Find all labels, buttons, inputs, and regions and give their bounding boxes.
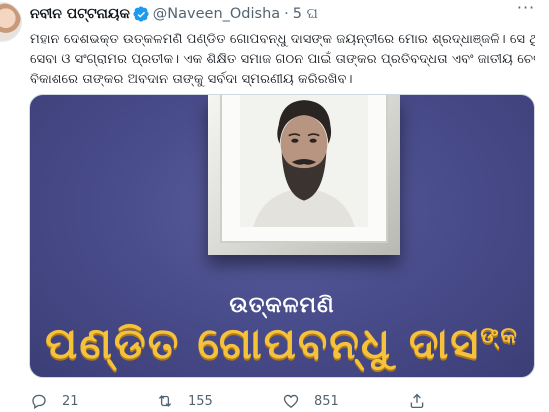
avatar[interactable] (0, 2, 22, 42)
tweet-media-image[interactable]: ଉତ୍କଳମଣି ପଣ୍ଡିତ ଗୋପବନ୍ଧୁ ଦାସଙ୍କ (29, 94, 535, 378)
media-title-suffix: ଙ୍କ (480, 323, 519, 349)
tweet-text-line: ସେବା ଓ ସଂଗ୍ରାମର ପ୍ରତୀକ। ଏକ ଶିକ୍ଷିତ ସମାଜ … (30, 52, 535, 67)
user-handle[interactable]: @Naveen_Odisha (153, 6, 280, 22)
like-button[interactable]: 851 (282, 392, 408, 410)
display-name[interactable]: ନବୀନ ପଟ୍ଟନାୟକ (30, 6, 130, 22)
heart-icon (283, 394, 299, 409)
tweet-text: ମହାନ ଦେଶଭକ୍ତ ଉତ୍କଳମଣି ପଣ୍ଡିତ ଗୋପବନ୍ଧୁ ଦା… (30, 30, 535, 90)
retweet-button[interactable]: 155 (156, 392, 282, 410)
like-count: 851 (314, 393, 339, 409)
tweet-header: ନବୀନ ପଟ୍ଟନାୟକ @Naveen_Odisha · 5 ଘ (30, 4, 318, 24)
reply-button[interactable]: 21 (30, 392, 156, 410)
retweet-icon (158, 395, 172, 407)
media-title-text: ପଣ୍ଡିତ ଗୋପବନ୍ଧୁ ଦାସ (45, 319, 481, 369)
share-icon (410, 393, 424, 409)
media-subtitle: ଉତ୍କଳମଣି (229, 293, 335, 318)
tweet-actions: 21 155 851 (30, 390, 535, 412)
tweet-text-line: ମହାନ ଦେଶଭକ୍ତ ଉତ୍କଳମଣି ପଣ୍ଡିତ ଗୋପବନ୍ଧୁ ଦା… (30, 32, 535, 47)
reply-count: 21 (62, 393, 79, 409)
picture-frame (208, 95, 400, 255)
timestamp[interactable]: 5 ଘ (293, 6, 318, 22)
reply-icon (32, 394, 46, 409)
tweet-text-line: ବିକାଶରେ ତାଙ୍କର ଅବଦାନ ତାଙ୍କୁ ସର୍ବଦା ସ୍ମରଣ… (30, 72, 353, 87)
avatar-column (0, 0, 30, 412)
retweet-count: 155 (188, 393, 213, 409)
more-options-icon[interactable]: ··· (513, 0, 539, 22)
frame-mat (220, 95, 388, 243)
portrait-image (240, 95, 368, 227)
media-title: ପଣ୍ଡିତ ଗୋପବନ୍ଧୁ ଦାସଙ୍କ (30, 319, 534, 369)
portrait-drawing (240, 95, 368, 227)
verified-badge-icon (133, 6, 149, 22)
share-button[interactable] (408, 392, 534, 410)
separator-dot: · (284, 6, 289, 22)
